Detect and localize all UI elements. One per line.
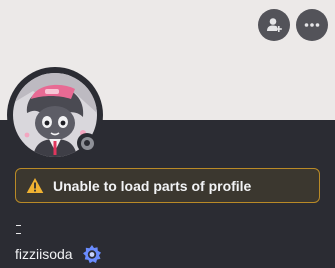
placeholder-line [16,233,21,234]
more-icon [304,23,320,27]
username[interactable]: fizziisoda [15,246,73,262]
add-friend-button[interactable] [258,9,290,41]
warning-message: Unable to load parts of profile [53,177,252,194]
profile-load-warning: Unable to load parts of profile [15,168,320,203]
status-indicator [77,133,97,153]
more-options-button[interactable] [296,9,328,41]
add-friend-icon [267,18,282,32]
nitro-badge-icon[interactable] [82,244,102,264]
avatar-container[interactable] [7,67,103,163]
username-row: fizziisoda [15,244,102,264]
offline-status-icon [80,136,94,150]
placeholder-line [16,225,21,226]
warning-icon [26,177,44,195]
profile-popout: Unable to load parts of profile fizziiso… [0,0,335,268]
